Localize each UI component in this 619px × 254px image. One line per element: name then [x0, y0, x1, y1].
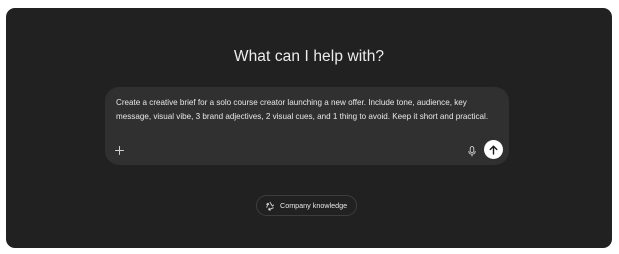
prompt-composer[interactable]: Create a creative brief for a solo cours…	[105, 87, 509, 165]
prompt-input[interactable]: Create a creative brief for a solo cours…	[116, 96, 500, 123]
send-button[interactable]	[484, 140, 503, 159]
arrow-up-icon	[489, 145, 498, 155]
company-knowledge-button[interactable]: Company knowledge	[256, 195, 357, 216]
add-attachment-button[interactable]	[113, 144, 126, 157]
company-knowledge-label: Company knowledge	[280, 201, 348, 210]
voice-input-button[interactable]	[466, 144, 478, 158]
plus-icon	[115, 146, 124, 155]
chat-window: What can I help with? Create a creative …	[6, 8, 612, 248]
page-title: What can I help with?	[233, 48, 385, 65]
recycle-icon	[265, 201, 275, 211]
microphone-icon	[468, 145, 476, 157]
